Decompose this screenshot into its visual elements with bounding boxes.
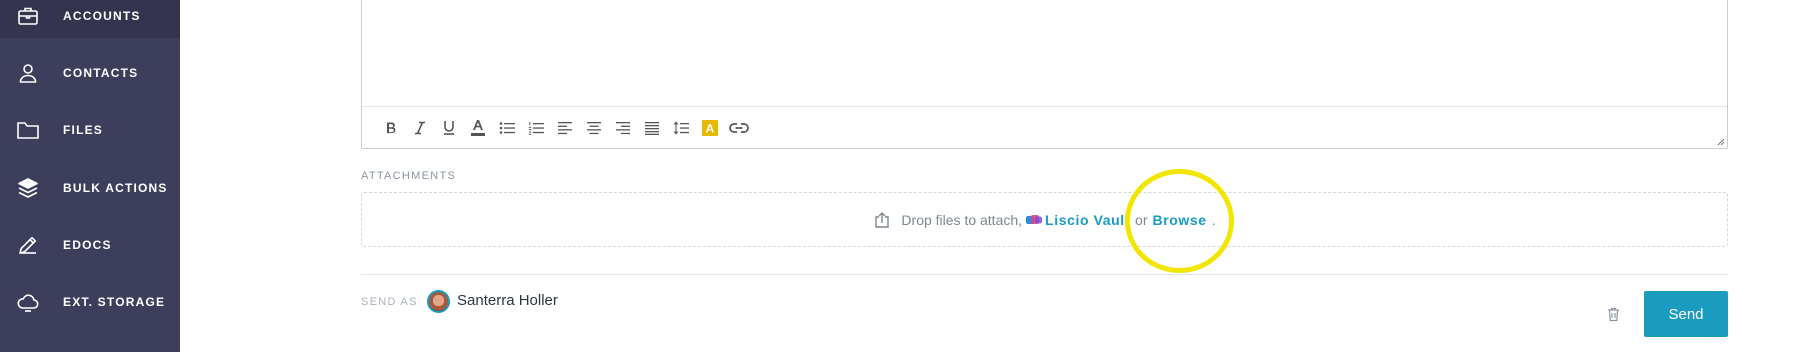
sidebar-item-label: EDOCS	[63, 238, 112, 252]
bold-icon[interactable]	[376, 114, 405, 142]
liscio-vault-logo-icon	[1026, 214, 1043, 224]
cloud-icon	[16, 290, 40, 314]
resize-handle-icon[interactable]	[1715, 136, 1725, 146]
trash-icon[interactable]	[1605, 305, 1621, 323]
highlight-color-icon[interactable]: A	[695, 114, 724, 142]
editor-toolbar: A	[362, 106, 1727, 148]
sidebar-item-bulk-actions[interactable]: BULK ACTIONS	[0, 166, 180, 210]
sidebar-item-edocs[interactable]: EDOCS	[0, 223, 180, 267]
sidebar: ACCOUNTS CONTACTS FILES BULK ACTIONS EDO…	[0, 0, 180, 352]
italic-icon[interactable]	[405, 114, 434, 142]
sidebar-item-accounts[interactable]: ACCOUNTS	[0, 0, 180, 38]
folder-icon	[16, 118, 40, 142]
align-center-icon[interactable]	[579, 114, 608, 142]
liscio-vault-link[interactable]: Liscio Vault	[1045, 212, 1130, 228]
sidebar-item-contacts[interactable]: CONTACTS	[0, 51, 180, 95]
sidebar-item-label: ACCOUNTS	[63, 9, 141, 23]
sidebar-item-ext-storage[interactable]: EXT. STORAGE	[0, 280, 180, 324]
send-button[interactable]: Send	[1644, 291, 1728, 337]
divider	[361, 274, 1728, 275]
bullet-list-icon[interactable]	[492, 114, 521, 142]
sender-name: Santerra Holler	[457, 292, 558, 309]
person-icon	[16, 61, 40, 85]
briefcase-icon	[16, 4, 40, 28]
sidebar-item-label: BULK ACTIONS	[63, 181, 168, 195]
align-right-icon[interactable]	[608, 114, 637, 142]
line-height-icon[interactable]	[666, 114, 695, 142]
or-text: or	[1135, 211, 1148, 228]
pen-icon	[16, 233, 40, 257]
font-color-icon[interactable]	[463, 114, 492, 142]
layers-icon	[16, 176, 40, 200]
attachments-label: ATTACHMENTS	[361, 170, 457, 182]
svg-text:A: A	[705, 121, 714, 135]
sidebar-item-label: FILES	[63, 123, 104, 137]
message-editor[interactable]: A	[361, 0, 1728, 149]
browse-link[interactable]: Browse	[1153, 212, 1207, 228]
underline-icon[interactable]	[434, 114, 463, 142]
link-icon[interactable]	[724, 114, 753, 142]
sidebar-item-label: EXT. STORAGE	[63, 295, 166, 309]
upload-icon	[873, 211, 891, 229]
sidebar-item-label: CONTACTS	[63, 66, 139, 80]
end-text: .	[1211, 211, 1216, 228]
numbered-list-icon[interactable]	[521, 114, 550, 142]
attachment-dropzone[interactable]: Drop files to attach, Liscio Vault or Br…	[361, 192, 1728, 247]
justify-icon[interactable]	[637, 114, 666, 142]
avatar	[427, 290, 450, 313]
align-left-icon[interactable]	[550, 114, 579, 142]
sidebar-item-files[interactable]: FILES	[0, 108, 180, 152]
send-as-label: SEND AS	[361, 296, 418, 308]
drop-text: Drop files to attach,	[901, 211, 1023, 228]
